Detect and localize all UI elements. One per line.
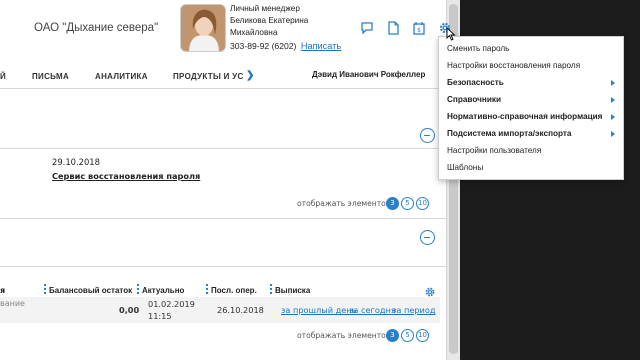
nav-item-partial[interactable]: Й xyxy=(0,72,6,81)
section-divider xyxy=(0,266,446,267)
collapse-button[interactable] xyxy=(420,230,435,245)
calendar-icon[interactable]: $ xyxy=(412,20,426,35)
column-statement[interactable]: Выписка xyxy=(275,286,310,295)
column-resize-handle[interactable] xyxy=(270,284,272,294)
pager-option-10[interactable]: 10 xyxy=(416,329,429,342)
submenu-arrow-icon xyxy=(611,131,615,137)
app-window: ОАО "Дыхание севера" Личный менеджер Бел… xyxy=(0,0,640,360)
menu-item-security[interactable]: Безопасность xyxy=(447,78,504,87)
settings-dropdown-menu: Сменить пароль Настройки восстановления … xyxy=(438,36,624,180)
manager-info: Личный менеджер Беликова Екатерина Михай… xyxy=(230,3,341,52)
pager-option-5[interactable]: 5 xyxy=(401,329,414,342)
column-resize-handle[interactable] xyxy=(137,284,139,294)
pager-label: отображать элементов: xyxy=(297,199,393,208)
nav-divider xyxy=(0,88,446,89)
menu-item-change-password[interactable]: Сменить пароль xyxy=(447,44,509,53)
menu-item-templates[interactable]: Шаблоны xyxy=(447,163,483,172)
cell-last-op: 26.10.2018 xyxy=(217,305,264,315)
column-resize-handle[interactable] xyxy=(206,284,208,294)
statement-prev-day-link[interactable]: за прошлый день xyxy=(281,305,357,315)
pager-option-3[interactable]: 3 xyxy=(386,197,399,210)
password-recovery-link[interactable]: Сервис восстановления пароля xyxy=(52,171,200,181)
menu-item-user-settings[interactable]: Настройки пользователя xyxy=(447,146,541,155)
cell-actual-date: 01.02.2019 xyxy=(148,299,195,309)
column-resize-handle[interactable] xyxy=(44,284,46,294)
nav-item-products[interactable]: ПРОДУКТЫ И УС xyxy=(173,72,244,81)
manager-role: Личный менеджер xyxy=(230,4,300,13)
document-icon[interactable] xyxy=(386,20,400,35)
menu-item-recovery-settings[interactable]: Настройки восстановления пароля xyxy=(447,61,580,70)
svg-text:$: $ xyxy=(417,27,421,34)
column-actual[interactable]: Актуально xyxy=(142,286,184,295)
nav-item-analytics[interactable]: АНАЛИТИКА xyxy=(95,72,148,81)
chevron-right-icon[interactable]: ❯ xyxy=(246,70,255,81)
menu-item-reference-info[interactable]: Нормативно-справочная информация xyxy=(447,112,602,121)
table-settings-gear-icon[interactable] xyxy=(424,283,436,297)
pager-option-10[interactable]: 10 xyxy=(416,197,429,210)
chat-icon[interactable] xyxy=(360,20,374,35)
collapse-button[interactable] xyxy=(420,128,435,143)
cell-actual-time: 11:15 xyxy=(148,311,172,321)
statement-period-link[interactable]: за период xyxy=(392,305,436,315)
section-divider xyxy=(0,148,446,149)
write-link[interactable]: Написать xyxy=(301,41,341,51)
table-header-cut: я xyxy=(0,286,6,295)
cell-balance: 0,00 xyxy=(119,305,140,315)
menu-item-directories[interactable]: Справочники xyxy=(447,95,501,104)
manager-patronymic: Михайловна xyxy=(230,28,278,37)
row-cut-text: вание xyxy=(0,299,25,308)
manager-phone: 303-89-92 (6202) xyxy=(230,41,297,51)
manager-name: Беликова Екатерина xyxy=(230,16,309,25)
mouse-pointer-icon xyxy=(446,26,456,41)
current-user-name[interactable]: Дэвид Иванович Рокфеллер xyxy=(312,70,425,79)
manager-avatar xyxy=(180,4,226,52)
nav-item-letters[interactable]: ПИСЬМА xyxy=(32,72,69,81)
submenu-arrow-icon xyxy=(611,97,615,103)
column-last-op[interactable]: Посл. опер. xyxy=(211,286,257,295)
pager-label: отображать элементов: xyxy=(297,331,393,340)
menu-item-import-export[interactable]: Подсистема импорта/экспорта xyxy=(447,129,571,138)
company-name: ОАО "Дыхание севера" xyxy=(34,22,159,34)
pager-option-5[interactable]: 5 xyxy=(401,197,414,210)
column-balance[interactable]: Балансовый остаток xyxy=(49,286,132,295)
pager-option-3[interactable]: 3 xyxy=(386,329,399,342)
section-divider xyxy=(0,218,446,219)
submenu-arrow-icon xyxy=(611,114,615,120)
notice-date: 29.10.2018 xyxy=(52,157,100,167)
submenu-arrow-icon xyxy=(611,80,615,86)
statement-today-link[interactable]: за сегодня xyxy=(349,305,396,315)
